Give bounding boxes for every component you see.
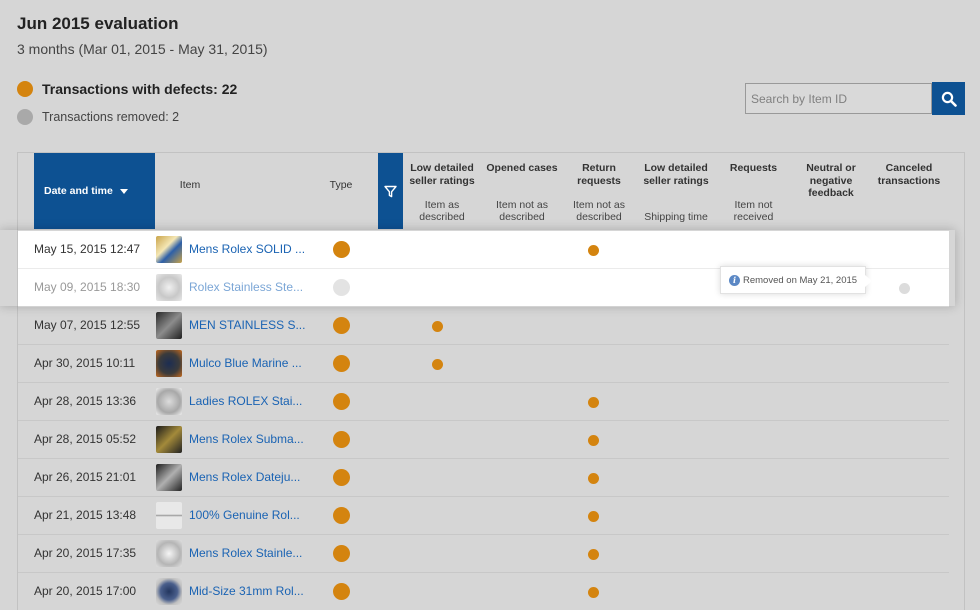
item-link[interactable]: Rolex Stainless Ste... [189, 280, 303, 294]
legend-removed: Transactions removed: 2 [17, 109, 179, 125]
search-button[interactable] [932, 82, 965, 115]
filter-icon [384, 185, 397, 197]
item-link[interactable]: Mens Rolex Dateju... [189, 470, 300, 484]
item-link[interactable]: Mens Rolex Subma... [189, 432, 304, 446]
type-dot-icon [333, 393, 350, 410]
defect-marker-icon [432, 359, 443, 370]
tooltip-text: Removed on May 21, 2015 [743, 274, 858, 286]
type-dot-icon [333, 545, 350, 562]
item-thumbnail[interactable] [156, 350, 182, 377]
item-link[interactable]: Mulco Blue Marine ... [189, 356, 302, 370]
info-icon: i [729, 274, 740, 286]
type-dot-icon [333, 431, 350, 448]
row-date: Apr 26, 2015 21:01 [34, 470, 137, 484]
date-header-label: Date and time [44, 185, 113, 197]
removed-tooltip: i Removed on May 21, 2015 [720, 266, 872, 294]
type-dot-icon [333, 317, 350, 334]
metric-header: Low detailed seller ratings Item as desc… [409, 162, 475, 223]
legend-removed-label: Transactions removed: 2 [42, 110, 180, 124]
table-row: Apr 20, 2015 17:00 Mid-Size 31mm Rol... [18, 573, 949, 610]
metric-header: Neutral or negative feedback [806, 162, 856, 199]
type-dot-icon [333, 583, 350, 600]
defect-marker-icon [432, 321, 443, 332]
removed-dot-icon [17, 109, 33, 125]
row-date: May 15, 2015 12:47 [34, 242, 141, 256]
item-link[interactable]: 100% Genuine Rol... [189, 508, 300, 522]
legend-defects: Transactions with defects: 22 [17, 81, 237, 97]
type-dot-icon [333, 507, 350, 524]
defect-marker-icon [588, 435, 599, 446]
metric-header: Requests Item not received [729, 162, 778, 223]
table-row: May 07, 2015 12:55 MEN STAINLESS S... [18, 307, 949, 345]
defect-dot-icon [17, 81, 33, 97]
row-date: Apr 21, 2015 13:48 [34, 508, 137, 522]
search-input[interactable] [745, 83, 932, 114]
type-dot-icon [333, 279, 350, 296]
type-dot-icon [333, 355, 350, 372]
table-row: Apr 30, 2015 10:11 Mulco Blue Marine ... [18, 345, 949, 383]
row-date: May 07, 2015 12:55 [34, 318, 141, 332]
item-thumbnail[interactable] [156, 312, 182, 339]
table-row: Apr 26, 2015 21:01 Mens Rolex Dateju... [18, 459, 949, 497]
item-link[interactable]: MEN STAINLESS S... [189, 318, 305, 332]
table-row: Apr 20, 2015 17:35 Mens Rolex Stainle... [18, 535, 949, 573]
page-title: Jun 2015 evaluation [17, 14, 179, 33]
transactions-table: Date and time Item Type Low detailed sel… [17, 152, 965, 610]
item-thumbnail[interactable] [156, 578, 182, 605]
row-date: Apr 20, 2015 17:00 [34, 584, 137, 598]
type-header: Type [329, 179, 353, 191]
row-date: Apr 28, 2015 05:52 [34, 432, 137, 446]
defect-marker-icon [588, 549, 599, 560]
type-dot-icon [333, 241, 350, 258]
row-date: Apr 20, 2015 17:35 [34, 546, 137, 560]
sort-date-header[interactable]: Date and time [34, 153, 155, 229]
table-row: Apr 28, 2015 05:52 Mens Rolex Subma... [18, 421, 949, 459]
item-thumbnail[interactable] [156, 388, 182, 415]
page-subtitle: 3 months (Mar 01, 2015 - May 31, 2015) [17, 41, 268, 57]
item-thumbnail[interactable] [156, 236, 182, 263]
metric-header: Low detailed seller ratings Shipping tim… [643, 162, 709, 223]
item-link[interactable]: Mens Rolex Stainle... [189, 546, 302, 560]
item-thumbnail[interactable] [156, 540, 182, 567]
item-thumbnail[interactable] [156, 426, 182, 453]
item-thumbnail[interactable] [156, 274, 182, 301]
sort-desc-icon [119, 188, 128, 194]
item-link[interactable]: Mens Rolex SOLID ... [189, 242, 305, 256]
defect-marker-icon [588, 511, 599, 522]
legend-defects-label: Transactions with defects: 22 [42, 81, 238, 97]
item-link[interactable]: Mid-Size 31mm Rol... [189, 584, 304, 598]
type-dot-icon [333, 469, 350, 486]
item-link[interactable]: Ladies ROLEX Stai... [189, 394, 302, 408]
row-date: Apr 30, 2015 10:11 [34, 356, 136, 370]
search-icon [941, 91, 957, 107]
defect-marker-icon [588, 397, 599, 408]
metric-header: Return requests Item not as described [573, 162, 625, 223]
table-row: Apr 28, 2015 13:36 Ladies ROLEX Stai... [18, 383, 949, 421]
row-date: Apr 28, 2015 13:36 [34, 394, 137, 408]
defect-marker-icon [588, 473, 599, 484]
metric-header: Opened cases Item not as described [486, 162, 558, 223]
item-thumbnail[interactable] [156, 502, 182, 529]
table-row: May 15, 2015 12:47 Mens Rolex SOLID ... [18, 231, 949, 269]
table-row: Apr 21, 2015 13:48 100% Genuine Rol... [18, 497, 949, 535]
filter-button[interactable] [378, 153, 403, 229]
defect-marker-icon [588, 245, 599, 256]
defect-marker-icon [588, 587, 599, 598]
defect-marker-icon [899, 283, 910, 294]
metric-header: Canceled transactions [877, 162, 941, 187]
row-date: May 09, 2015 18:30 [34, 280, 141, 294]
item-thumbnail[interactable] [156, 464, 182, 491]
item-header: Item [179, 179, 201, 191]
